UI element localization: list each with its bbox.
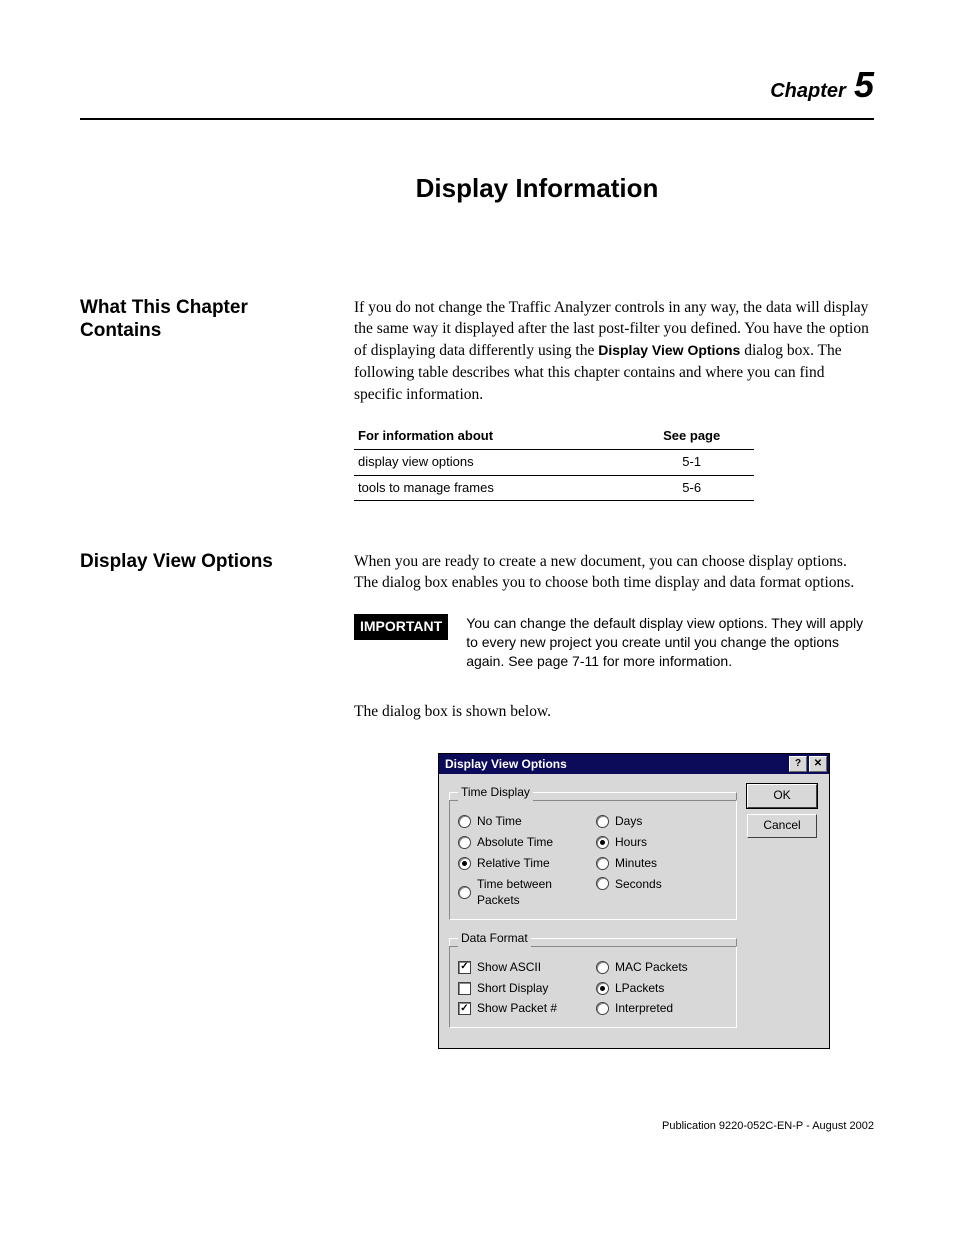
dialog-fields: Time Display No Time Absolute Time Relat… [449, 784, 737, 1038]
radio-label: LPackets [615, 980, 664, 997]
radio-icon [596, 877, 609, 890]
time-display-group: Time Display No Time Absolute Time Relat… [449, 784, 737, 920]
chapter-word: Chapter [770, 80, 846, 102]
radio-label: Hours [615, 834, 647, 851]
radio-label: Interpreted [615, 1000, 673, 1017]
table-cell: tools to manage frames [354, 475, 629, 500]
radio-label: Seconds [615, 876, 662, 893]
check-show-packet-num[interactable]: Show Packet # [458, 998, 590, 1019]
close-icon[interactable]: ✕ [809, 756, 827, 772]
section-display-view: Display View Options When you are ready … [80, 551, 874, 1050]
radio-icon [596, 815, 609, 828]
radio-icon [596, 836, 609, 849]
header-rule [80, 118, 874, 120]
check-show-ascii[interactable]: Show ASCII [458, 957, 590, 978]
radio-label: Days [615, 813, 642, 830]
radio-lpackets[interactable]: LPackets [596, 978, 728, 999]
check-label: Show Packet # [477, 1000, 557, 1017]
table-row: display view options 5-1 [354, 450, 754, 475]
dvo-para1: When you are ready to create a new docum… [354, 551, 874, 594]
help-icon[interactable]: ? [789, 756, 807, 772]
section-body: If you do not change the Traffic Analyze… [354, 297, 874, 501]
radio-mac-packets[interactable]: MAC Packets [596, 957, 728, 978]
data-format-legend: Data Format [458, 930, 531, 947]
radio-label: Absolute Time [477, 834, 553, 851]
important-tag: IMPORTANT [354, 614, 448, 640]
radio-hours[interactable]: Hours [596, 832, 728, 853]
time-display-right-col: Days Hours Minutes Seconds [596, 811, 728, 911]
dialog-body: Time Display No Time Absolute Time Relat… [439, 774, 829, 1048]
table-header-info: For information about [354, 423, 629, 450]
section-heading: What This Chapter Contains [80, 297, 330, 343]
dialog-title: Display View Options [445, 756, 787, 773]
radio-label: Relative Time [477, 855, 550, 872]
important-text: You can change the default display view … [466, 614, 874, 671]
display-view-options-dialog: Display View Options ? ✕ Time Display No… [438, 753, 830, 1050]
page-footer: Publication 9220-052C-EN-P - August 2002 [80, 1119, 874, 1134]
data-format-right-col: MAC Packets LPackets Interpreted [596, 957, 728, 1019]
table-row: tools to manage frames 5-6 [354, 475, 754, 500]
chapter-header: Chapter 5 [80, 60, 874, 110]
time-display-left-col: No Time Absolute Time Relative Time Time… [458, 811, 590, 911]
radio-minutes[interactable]: Minutes [596, 853, 728, 874]
checkbox-icon [458, 1002, 471, 1015]
radio-label: Time between Packets [477, 876, 590, 910]
radio-icon [458, 836, 471, 849]
check-short-display[interactable]: Short Display [458, 978, 590, 999]
check-label: Short Display [477, 980, 548, 997]
dialog-buttons: OK Cancel [747, 784, 819, 1038]
dialog-wrapper: Display View Options ? ✕ Time Display No… [354, 753, 874, 1050]
radio-absolute-time[interactable]: Absolute Time [458, 832, 590, 853]
cancel-button[interactable]: Cancel [747, 814, 817, 838]
chapter-number: 5 [854, 64, 874, 105]
checkbox-icon [458, 982, 471, 995]
radio-label: No Time [477, 813, 522, 830]
check-label: Show ASCII [477, 959, 541, 976]
data-format-left-col: Show ASCII Short Display Show Packet # [458, 957, 590, 1019]
table-cell: 5-1 [629, 450, 754, 475]
table-cell: 5-6 [629, 475, 754, 500]
checkbox-icon [458, 961, 471, 974]
dvo-para2: The dialog box is shown below. [354, 701, 874, 723]
radio-icon [596, 857, 609, 870]
radio-icon [596, 1002, 609, 1015]
radio-seconds[interactable]: Seconds [596, 874, 728, 895]
intro-paragraph: If you do not change the Traffic Analyze… [354, 297, 874, 405]
radio-label: MAC Packets [615, 959, 688, 976]
radio-relative-time[interactable]: Relative Time [458, 853, 590, 874]
time-display-legend: Time Display [458, 784, 533, 801]
radio-interpreted[interactable]: Interpreted [596, 998, 728, 1019]
table-cell: display view options [354, 450, 629, 475]
radio-icon [458, 886, 471, 899]
dialog-titlebar: Display View Options ? ✕ [439, 754, 829, 775]
radio-icon [596, 982, 609, 995]
table-header-page: See page [629, 423, 754, 450]
radio-icon [596, 961, 609, 974]
ok-button[interactable]: OK [747, 784, 817, 808]
radio-time-between-packets[interactable]: Time between Packets [458, 874, 590, 912]
section-heading: Display View Options [80, 551, 330, 574]
reference-table: For information about See page display v… [354, 423, 754, 501]
data-format-group: Data Format Show ASCII Short Display Sho… [449, 930, 737, 1028]
radio-no-time[interactable]: No Time [458, 811, 590, 832]
radio-label: Minutes [615, 855, 657, 872]
radio-icon [458, 815, 471, 828]
important-callout: IMPORTANT You can change the default dis… [354, 614, 874, 671]
section-body: When you are ready to create a new docum… [354, 551, 874, 1050]
radio-days[interactable]: Days [596, 811, 728, 832]
page-title: Display Information [80, 170, 874, 206]
radio-icon [458, 857, 471, 870]
para-bold: Display View Options [598, 342, 740, 358]
section-what-contains: What This Chapter Contains If you do not… [80, 297, 874, 501]
